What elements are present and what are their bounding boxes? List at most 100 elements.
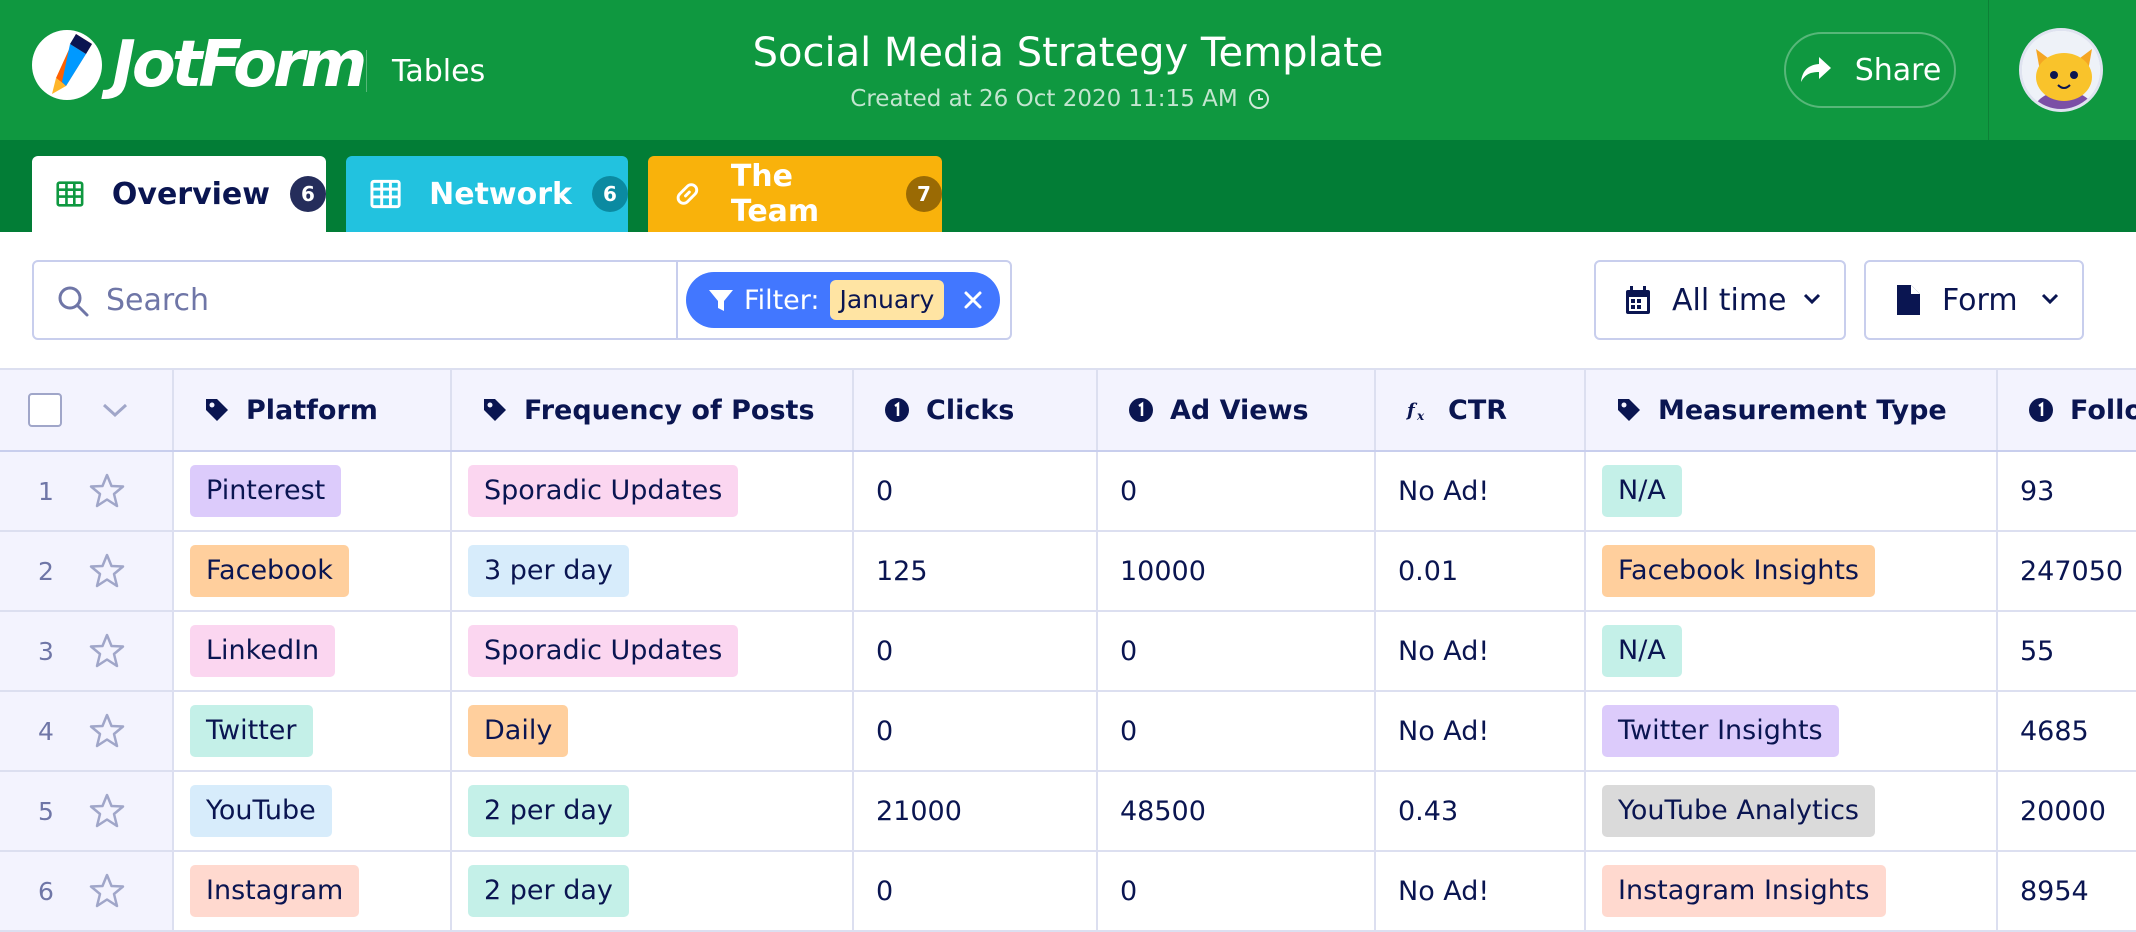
measurement-cell[interactable]: N/A xyxy=(1586,452,1998,530)
column-header-ctr[interactable]: fx CTR xyxy=(1376,370,1586,450)
avatar[interactable] xyxy=(2019,28,2103,112)
column-header-clicks[interactable]: Clicks xyxy=(854,370,1098,450)
measurement-cell[interactable]: N/A xyxy=(1586,612,1998,690)
measurement-cell[interactable]: YouTube Analytics xyxy=(1586,772,1998,850)
tab-overview-count: 6 xyxy=(290,176,326,212)
ctr-value: No Ad! xyxy=(1398,475,1490,507)
column-header-followers[interactable]: Follo xyxy=(1998,370,2136,450)
ctr-value: No Ad! xyxy=(1398,635,1490,667)
ad-views-cell[interactable]: 48500 xyxy=(1098,772,1376,850)
tab-network[interactable]: Network 6 xyxy=(346,156,628,232)
star-icon[interactable] xyxy=(88,552,126,590)
measurement-cell[interactable]: Twitter Insights xyxy=(1586,692,1998,770)
tab-the-team[interactable]: The Team 7 xyxy=(648,156,942,232)
column-header-measurement-type[interactable]: Measurement Type xyxy=(1586,370,1998,450)
close-icon[interactable] xyxy=(962,289,984,311)
table-row[interactable]: 5 YouTube 2 per day 21000 48500 0.43 You… xyxy=(0,772,2136,852)
star-icon[interactable] xyxy=(88,712,126,750)
number-icon xyxy=(1129,398,1153,422)
clicks-cell[interactable]: 21000 xyxy=(854,772,1098,850)
clicks-value: 0 xyxy=(876,875,894,907)
number-icon xyxy=(2029,398,2053,422)
followers-cell[interactable]: 247050 xyxy=(1998,532,2136,610)
measurement-cell[interactable]: Instagram Insights xyxy=(1586,852,1998,930)
clicks-cell[interactable]: 0 xyxy=(854,692,1098,770)
select-all-checkbox[interactable] xyxy=(28,393,62,427)
table-row[interactable]: 4 Twitter Daily 0 0 No Ad! Twitter Insig… xyxy=(0,692,2136,772)
column-header-ad-views[interactable]: Ad Views xyxy=(1098,370,1376,450)
frequency-cell[interactable]: Sporadic Updates xyxy=(452,612,854,690)
platform-cell[interactable]: Pinterest xyxy=(174,452,452,530)
row-number-cell: 3 xyxy=(0,612,174,690)
column-header-frequency[interactable]: Frequency of Posts xyxy=(452,370,854,450)
followers-cell[interactable]: 93 xyxy=(1998,452,2136,530)
platform-cell[interactable]: Twitter xyxy=(174,692,452,770)
ctr-cell[interactable]: 0.01 xyxy=(1376,532,1586,610)
clicks-cell[interactable]: 0 xyxy=(854,852,1098,930)
ctr-cell[interactable]: No Ad! xyxy=(1376,612,1586,690)
table-header-row: Platform Frequency of Posts Clicks Ad Vi… xyxy=(0,368,2136,452)
ad-views-cell[interactable]: 0 xyxy=(1098,692,1376,770)
clicks-cell[interactable]: 0 xyxy=(854,612,1098,690)
star-icon[interactable] xyxy=(88,792,126,830)
measurement-tag: YouTube Analytics xyxy=(1602,785,1875,837)
share-button[interactable]: Share xyxy=(1784,32,1956,108)
followers-cell[interactable]: 8954 xyxy=(1998,852,2136,930)
platform-cell[interactable]: YouTube xyxy=(174,772,452,850)
tab-overview[interactable]: Overview 6 xyxy=(32,156,326,232)
frequency-cell[interactable]: Sporadic Updates xyxy=(452,452,854,530)
clicks-cell[interactable]: 0 xyxy=(854,452,1098,530)
filter-pill[interactable]: Filter: January xyxy=(686,272,1000,328)
column-header-platform[interactable]: Platform xyxy=(174,370,452,450)
frequency-tag: 2 per day xyxy=(468,785,629,837)
frequency-cell[interactable]: 2 per day xyxy=(452,772,854,850)
search-divider xyxy=(676,262,678,338)
ctr-cell[interactable]: No Ad! xyxy=(1376,452,1586,530)
grid-icon xyxy=(370,179,401,209)
frequency-cell[interactable]: 3 per day xyxy=(452,532,854,610)
tag-icon xyxy=(1618,399,1640,421)
platform-cell[interactable]: Facebook xyxy=(174,532,452,610)
ad-views-cell[interactable]: 10000 xyxy=(1098,532,1376,610)
measurement-tag: N/A xyxy=(1602,465,1682,517)
frequency-cell[interactable]: 2 per day xyxy=(452,852,854,930)
column-header-label: Frequency of Posts xyxy=(524,394,815,426)
platform-cell[interactable]: Instagram xyxy=(174,852,452,930)
row-number-cell: 6 xyxy=(0,852,174,930)
frequency-cell[interactable]: Daily xyxy=(452,692,854,770)
time-range-dropdown[interactable]: All time xyxy=(1594,260,1846,340)
chevron-down-icon[interactable] xyxy=(100,400,130,420)
calendar-icon xyxy=(1626,286,1650,314)
table-row[interactable]: 2 Facebook 3 per day 125 10000 0.01 Face… xyxy=(0,532,2136,612)
ctr-value: No Ad! xyxy=(1398,875,1490,907)
select-all-cell xyxy=(0,370,174,450)
star-icon[interactable] xyxy=(88,632,126,670)
measurement-cell[interactable]: Facebook Insights xyxy=(1586,532,1998,610)
table-row[interactable]: 3 LinkedIn Sporadic Updates 0 0 No Ad! N… xyxy=(0,612,2136,692)
ad-views-cell[interactable]: 0 xyxy=(1098,852,1376,930)
ctr-cell[interactable]: 0.43 xyxy=(1376,772,1586,850)
followers-cell[interactable]: 55 xyxy=(1998,612,2136,690)
ad-views-cell[interactable]: 0 xyxy=(1098,452,1376,530)
star-icon[interactable] xyxy=(88,872,126,910)
section-label[interactable]: Tables xyxy=(392,52,485,92)
ctr-cell[interactable]: No Ad! xyxy=(1376,852,1586,930)
table-row[interactable]: 6 Instagram 2 per day 0 0 No Ad! Instagr… xyxy=(0,852,2136,932)
platform-cell[interactable]: LinkedIn xyxy=(174,612,452,690)
column-header-label: Ad Views xyxy=(1170,394,1309,426)
ad-views-value: 0 xyxy=(1120,715,1138,747)
followers-cell[interactable]: 4685 xyxy=(1998,692,2136,770)
jotform-logo[interactable]: JotForm xyxy=(32,30,367,100)
table-row[interactable]: 1 Pinterest Sporadic Updates 0 0 No Ad! … xyxy=(0,452,2136,532)
ad-views-cell[interactable]: 0 xyxy=(1098,612,1376,690)
search-input[interactable] xyxy=(106,274,666,326)
clicks-cell[interactable]: 125 xyxy=(854,532,1098,610)
page-title[interactable]: Social Media Strategy Template xyxy=(568,28,1568,78)
tag-icon xyxy=(206,399,228,421)
followers-cell[interactable]: 20000 xyxy=(1998,772,2136,850)
platform-tag: Facebook xyxy=(190,545,349,597)
star-icon[interactable] xyxy=(88,472,126,510)
frequency-tag: Daily xyxy=(468,705,569,757)
ctr-cell[interactable]: No Ad! xyxy=(1376,692,1586,770)
form-dropdown[interactable]: Form xyxy=(1864,260,2084,340)
